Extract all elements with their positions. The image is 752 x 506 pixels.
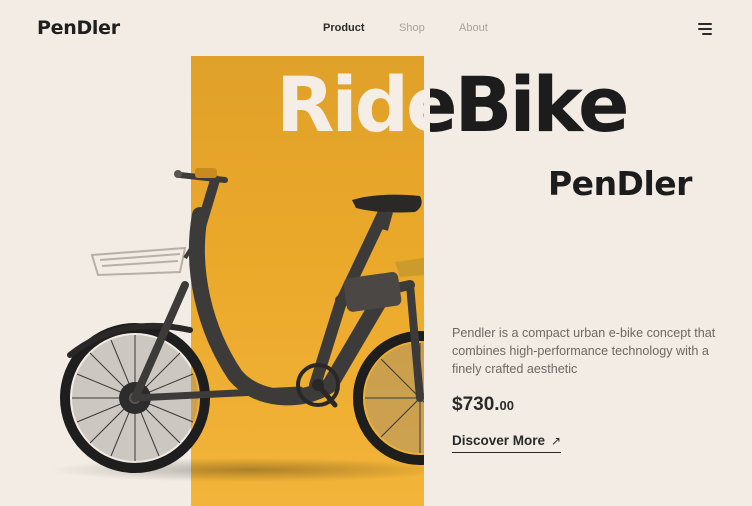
product-price: $730.00 — [452, 394, 514, 416]
saddle — [352, 194, 422, 231]
e-bike-image — [50, 168, 424, 482]
handlebar — [174, 168, 228, 183]
price-cents: 00 — [499, 398, 515, 413]
discover-more-label: Discover More — [452, 433, 546, 448]
page: PenDler Product Shop About RideBike PenD… — [0, 0, 752, 506]
price-main: $730. — [452, 394, 500, 415]
arrow-up-right-icon: ↗ — [551, 434, 562, 448]
front-basket — [90, 246, 187, 277]
product-description: Pendler is a compact urban e-bike concep… — [452, 326, 716, 376]
discover-more-link[interactable]: Discover More ↗ — [452, 432, 562, 453]
